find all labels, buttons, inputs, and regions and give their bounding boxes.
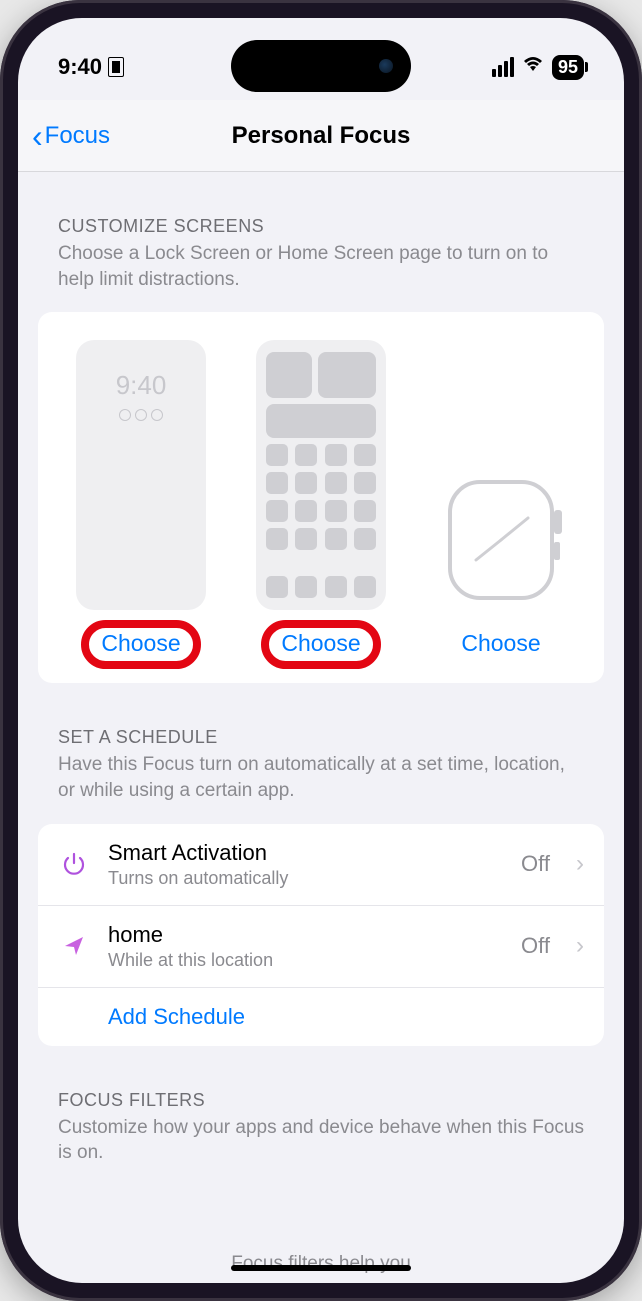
home-title: home	[108, 922, 503, 948]
back-label: Focus	[45, 122, 110, 150]
home-value: Off	[521, 933, 550, 959]
smart-sub: Turns on automatically	[108, 868, 503, 889]
back-button[interactable]: ‹ Focus	[32, 120, 177, 152]
page-title: Personal Focus	[177, 122, 466, 150]
filters-title: FOCUS FILTERS	[58, 1090, 584, 1111]
choose-watch-label: Choose	[461, 630, 540, 656]
lock-preview-time: 9:40	[116, 370, 167, 401]
schedule-card: Smart Activation Turns on automatically …	[38, 824, 604, 1046]
chevron-left-icon: ‹	[32, 120, 43, 152]
dynamic-island	[231, 40, 411, 92]
home-screen-preview[interactable]	[256, 340, 386, 610]
home-screen-column: Choose	[242, 340, 400, 663]
lock-preview-dots	[119, 409, 163, 421]
filters-desc: Customize how your apps and device behav…	[58, 1115, 584, 1166]
screens-card: 9:40 Choose	[38, 312, 604, 683]
status-time-group: 9:40	[58, 54, 124, 80]
watch-column: Choose	[422, 340, 580, 663]
lock-screen-column: 9:40 Choose	[62, 340, 220, 663]
location-arrow-icon	[58, 934, 90, 958]
smart-activation-row[interactable]: Smart Activation Turns on automatically …	[38, 824, 604, 906]
choose-home-button[interactable]: Choose	[267, 624, 374, 663]
wifi-icon	[522, 55, 544, 79]
schedule-section-header: SET A SCHEDULE Have this Focus turn on a…	[38, 683, 604, 809]
customize-desc: Choose a Lock Screen or Home Screen page…	[58, 241, 584, 292]
choose-lock-label: Choose	[101, 630, 180, 656]
chevron-right-icon: ›	[576, 850, 584, 878]
choose-watch-button[interactable]: Choose	[447, 624, 554, 663]
filters-peek-text: Focus filters help you	[18, 1253, 624, 1275]
battery-indicator: 95	[552, 55, 584, 80]
schedule-desc: Have this Focus turn on automatically at…	[58, 752, 584, 803]
home-sub: While at this location	[108, 950, 503, 971]
watch-preview[interactable]	[436, 340, 566, 610]
filters-section-header: FOCUS FILTERS Customize how your apps an…	[38, 1046, 604, 1172]
add-schedule-label: Add Schedule	[108, 1004, 584, 1030]
lock-screen-preview[interactable]: 9:40	[76, 340, 206, 610]
choose-home-label: Choose	[281, 630, 360, 656]
cellular-signal-icon	[492, 57, 514, 77]
status-time: 9:40	[58, 54, 102, 80]
schedule-title: SET A SCHEDULE	[58, 727, 584, 748]
screen: 9:40 95 ‹ Focus Personal Focus	[18, 18, 624, 1283]
home-location-row[interactable]: home While at this location Off ›	[38, 906, 604, 988]
content-scroll[interactable]: CUSTOMIZE SCREENS Choose a Lock Screen o…	[18, 172, 624, 1283]
smart-body: Smart Activation Turns on automatically	[108, 840, 503, 889]
home-body: home While at this location	[108, 922, 503, 971]
status-right-group: 95	[492, 55, 584, 80]
chevron-right-icon: ›	[576, 932, 584, 960]
add-schedule-row[interactable]: Add Schedule	[38, 988, 604, 1046]
phone-frame: 9:40 95 ‹ Focus Personal Focus	[0, 0, 642, 1301]
home-indicator[interactable]	[231, 1265, 411, 1271]
navigation-bar: ‹ Focus Personal Focus	[18, 100, 624, 172]
smart-value: Off	[521, 851, 550, 877]
customize-title: CUSTOMIZE SCREENS	[58, 216, 584, 237]
customize-section-header: CUSTOMIZE SCREENS Choose a Lock Screen o…	[38, 172, 604, 298]
power-icon	[58, 851, 90, 877]
choose-lock-button[interactable]: Choose	[87, 624, 194, 663]
sim-icon	[108, 57, 124, 77]
smart-title: Smart Activation	[108, 840, 503, 866]
